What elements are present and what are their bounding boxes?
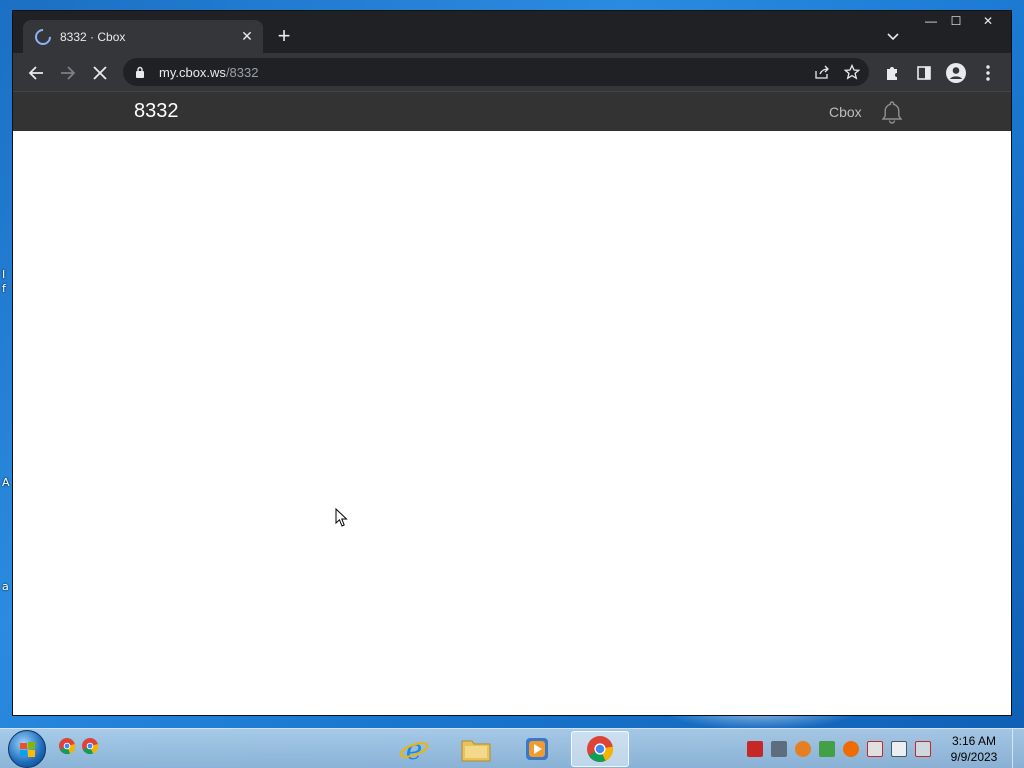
- lock-icon[interactable]: [135, 65, 147, 79]
- url-host: my.cbox.ws: [159, 64, 226, 80]
- minimize-button[interactable]: —: [918, 11, 944, 31]
- loading-spinner-icon: [31, 25, 55, 48]
- extensions-puzzle-icon[interactable]: [879, 60, 905, 86]
- menu-kebab-icon[interactable]: [975, 60, 1001, 86]
- file-explorer-taskbar-button[interactable]: [447, 731, 505, 767]
- media-player-taskbar-button[interactable]: [508, 731, 566, 767]
- chrome-icon: [587, 736, 614, 763]
- back-button[interactable]: [23, 60, 49, 86]
- chrome-quicklaunch-icon[interactable]: [58, 737, 76, 755]
- internet-explorer-icon: e: [399, 734, 429, 764]
- tab-close-button[interactable]: ✕: [237, 27, 257, 47]
- brand-link[interactable]: Cbox: [829, 104, 862, 120]
- site-header: 8332 Cbox: [13, 91, 1011, 131]
- side-panel-icon[interactable]: [911, 60, 937, 86]
- internet-explorer-taskbar-button[interactable]: e: [385, 731, 443, 767]
- url-path: /8332: [225, 64, 259, 80]
- share-icon[interactable]: [809, 59, 835, 85]
- forward-button[interactable]: [55, 60, 81, 86]
- close-icon: [93, 66, 107, 80]
- svg-text:e: e: [406, 734, 423, 764]
- tab-strip: 8332 · Cbox ✕ + — ☐ ✕: [13, 11, 1011, 53]
- tools-icon[interactable]: [771, 741, 787, 757]
- folder-icon: [461, 740, 491, 762]
- address-bar[interactable]: my.cbox.ws/8332: [123, 58, 869, 86]
- mouse-cursor-icon: [335, 508, 348, 527]
- page-title: 8332: [134, 100, 179, 122]
- search-icon[interactable]: [795, 741, 811, 757]
- volume-muted-icon[interactable]: [915, 741, 931, 757]
- windows-logo-icon: [20, 742, 35, 757]
- maximize-button[interactable]: ☐: [943, 11, 969, 31]
- arrow-left-icon: [28, 66, 43, 80]
- profile-avatar-icon[interactable]: [943, 60, 969, 86]
- clock-date: 9/9/2023: [950, 750, 998, 764]
- chrome-taskbar-button[interactable]: [571, 731, 629, 767]
- acrobat-icon[interactable]: [747, 741, 763, 757]
- bell-icon[interactable]: [879, 99, 905, 125]
- network-icon[interactable]: [891, 741, 907, 757]
- clock-time: 3:16 AM: [951, 734, 997, 748]
- system-clock[interactable]: 3:16 AM 9/9/2023: [944, 733, 1004, 765]
- flag-icon[interactable]: [867, 741, 883, 757]
- chrome-quicklaunch-icon[interactable]: [81, 737, 99, 755]
- desktop-icon-label-fragment: A: [2, 476, 10, 489]
- browser-window: 8332 · Cbox ✕ + — ☐ ✕ my.cbox.ws/8332 83…: [12, 10, 1012, 716]
- utorrent-icon[interactable]: [819, 741, 835, 757]
- tab-title: 8332 · Cbox: [60, 29, 126, 44]
- taskbar: e 3:16 AM 9/9/2023: [0, 728, 1024, 768]
- show-desktop-button[interactable]: [1012, 729, 1024, 768]
- tab-search-chevron-icon[interactable]: [883, 27, 903, 47]
- page-content: 8332 Cbox: [13, 91, 1011, 715]
- bookmark-star-icon[interactable]: [839, 59, 865, 85]
- window-close-button[interactable]: ✕: [975, 11, 1001, 31]
- desktop-icon-label-fragment: I: [2, 268, 6, 281]
- stop-loading-button[interactable]: [87, 60, 113, 86]
- tab-active[interactable]: 8332 · Cbox ✕: [23, 20, 263, 53]
- new-tab-button[interactable]: +: [274, 25, 294, 48]
- desktop-icon-label-fragment: f: [2, 282, 6, 295]
- browser-toolbar: my.cbox.ws/8332: [13, 53, 1011, 91]
- arrow-right-icon: [61, 66, 76, 80]
- media-player-icon: [526, 738, 548, 760]
- update-icon[interactable]: [843, 741, 859, 757]
- start-button[interactable]: [8, 730, 46, 768]
- url-text[interactable]: my.cbox.ws/8332: [159, 65, 809, 80]
- desktop-icon-label-fragment: a: [2, 580, 9, 593]
